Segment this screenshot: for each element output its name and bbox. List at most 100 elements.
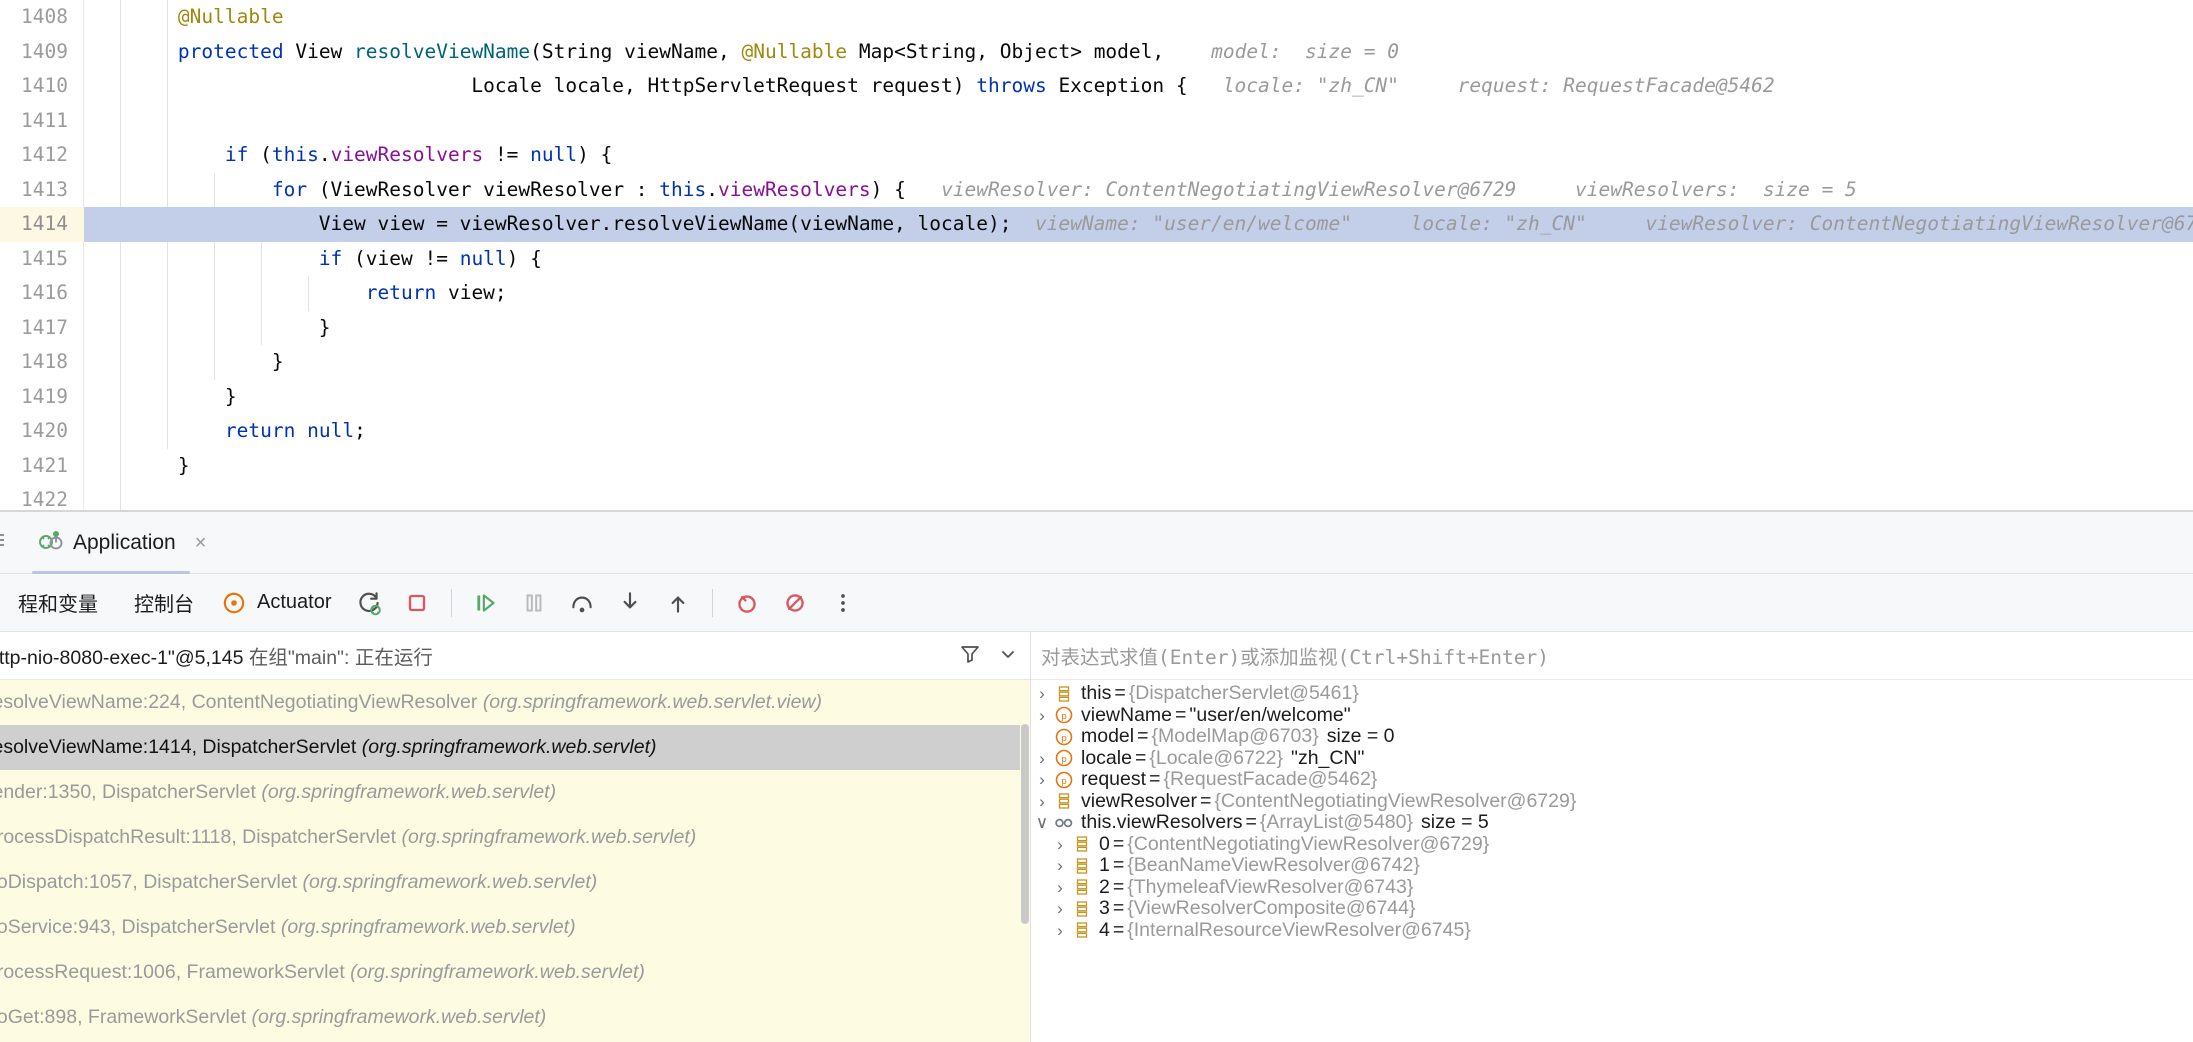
code-line[interactable]: 1421 } xyxy=(0,448,2193,483)
stack-frame-package: (org.springframework.web.servlet) xyxy=(261,781,557,803)
evaluate-expression-bar[interactable]: 对表达式求值(Enter)或添加监视(Ctrl+Shift+Enter) xyxy=(1031,632,2193,680)
inline-debug-hint: viewResolver: ContentNegotiatingViewReso… xyxy=(905,177,1857,201)
variable-row[interactable]: ∨ this.viewResolvers = {ArrayList@5480} size… xyxy=(1031,811,2193,834)
mute-breakpoints-button[interactable] xyxy=(771,581,819,625)
stack-frame[interactable]: processDispatchResult:1118, DispatcherSe… xyxy=(0,815,1030,860)
code-line[interactable]: 1408 @Nullable xyxy=(0,0,2193,35)
code-token: this xyxy=(659,177,707,201)
chevron-right-icon[interactable] xyxy=(1031,726,1053,748)
code-editor[interactable]: 1408 @Nullable 1409 protected View resolv… xyxy=(0,0,2193,512)
rerun-icon xyxy=(359,591,382,615)
stack-frame[interactable]: doDispatch:1057, DispatcherServlet (org.… xyxy=(0,860,1030,905)
variable-row[interactable]: p model = {ModelMap@6703} size = 0 xyxy=(1031,725,2193,748)
variable-row[interactable]: › p viewName = "user/en/welcome" xyxy=(1031,704,2193,727)
step-out-button[interactable] xyxy=(654,581,702,625)
tab-console[interactable]: 控制台 xyxy=(116,588,212,617)
stack-frame-package: (org.springframework.web.servlet) xyxy=(401,826,697,848)
svg-text:p: p xyxy=(1061,712,1067,722)
code-line[interactable]: 1419 } xyxy=(0,379,2193,414)
code-lines[interactable]: 1408 @Nullable 1409 protected View resolv… xyxy=(0,0,2193,512)
variable-equals: = xyxy=(1112,897,1125,919)
close-icon[interactable]: × xyxy=(195,532,207,555)
more-vertical-icon xyxy=(841,593,846,612)
variable-name: this xyxy=(1081,682,1112,704)
stack-frame-package: (org.springframework.web.servlet) xyxy=(361,736,657,758)
variables-tree[interactable]: › this = {DispatcherServlet@5461} › p viewName… xyxy=(1031,680,2193,1042)
array-icon xyxy=(1071,920,1093,940)
frames-scrollbar-thumb[interactable] xyxy=(1021,724,1029,924)
code-line-current-execution[interactable]: 1414 View view = viewResolver.resolveVie… xyxy=(0,207,2193,242)
chevron-right-icon[interactable]: › xyxy=(1049,834,1071,856)
chevron-down-icon[interactable] xyxy=(996,642,1020,671)
rerun-button[interactable] xyxy=(345,581,393,625)
mute-breakpoint-icon xyxy=(786,593,805,612)
stack-frame[interactable]: render:1350, DispatcherServlet (org.spri… xyxy=(0,770,1030,815)
step-over-button[interactable] xyxy=(558,581,606,625)
inline-debug-hint: model: size = 0 xyxy=(1164,39,1399,63)
stack-frame[interactable]: doGet:898, FrameworkServlet (org.springf… xyxy=(0,995,1030,1040)
chevron-right-icon[interactable]: › xyxy=(1049,920,1071,942)
code-line[interactable]: 1416 return view; xyxy=(0,276,2193,311)
stop-icon xyxy=(409,594,426,611)
chevron-right-icon[interactable]: › xyxy=(1031,683,1053,705)
variable-row[interactable]: › viewResolver = {ContentNegotiatingViewRes… xyxy=(1031,790,2193,813)
view-breakpoints-button[interactable] xyxy=(723,581,771,625)
code-line[interactable]: 1409 protected View resolveViewName(Stri… xyxy=(0,34,2193,70)
variable-row[interactable]: › 0 = {ContentNegotiatingViewResolver@6729} xyxy=(1031,832,2193,856)
step-into-button[interactable] xyxy=(606,581,654,625)
tab-actuator[interactable]: Actuator xyxy=(212,581,345,625)
thread-selector[interactable]: http-nio-8080-exec-1"@5,145 在组"main": 正在… xyxy=(0,641,433,670)
variable-row[interactable]: › 4 = {InternalResourceViewResolver@6745} xyxy=(1031,919,2193,942)
code-text: protected View resolveViewName(String vi… xyxy=(84,35,1399,70)
stack-frame[interactable]: resolveViewName:224, ContentNegotiatingV… xyxy=(0,680,1030,725)
chevron-right-icon[interactable]: › xyxy=(1049,877,1071,899)
stop-button[interactable] xyxy=(393,581,441,625)
tab-threads-and-variables[interactable]: 程和变量 xyxy=(0,588,116,617)
call-stack-list[interactable]: resolveViewName:224, ContentNegotiatingV… xyxy=(0,680,1030,1042)
code-line[interactable]: 1415 if (view != null) { xyxy=(0,241,2193,276)
code-line[interactable]: 1420 return null; xyxy=(0,414,2193,449)
code-line[interactable]: 1418 } xyxy=(0,345,2193,380)
field-icon xyxy=(1053,791,1075,811)
chevron-right-icon[interactable]: › xyxy=(1031,791,1053,813)
debug-sessions-icon[interactable] xyxy=(0,530,12,556)
frames-scrollbar[interactable] xyxy=(1020,680,1030,1042)
resume-button[interactable] xyxy=(462,581,510,625)
variable-row[interactable]: › 1 = {BeanNameViewResolver@6742} xyxy=(1031,854,2193,877)
more-options-button[interactable] xyxy=(819,581,867,625)
chevron-right-icon[interactable]: › xyxy=(1031,705,1053,727)
code-line[interactable]: 1412 if (this.viewResolvers != null) { xyxy=(0,138,2193,173)
chevron-right-icon[interactable]: › xyxy=(1049,855,1071,877)
chevron-right-icon[interactable]: › xyxy=(1031,748,1053,770)
chevron-right-icon[interactable]: › xyxy=(1031,769,1053,791)
variable-row[interactable]: › p request = {RequestFacade@5462} xyxy=(1031,768,2193,791)
code-line[interactable]: 1411 xyxy=(0,103,2193,138)
filter-icon[interactable] xyxy=(958,642,982,671)
code-line[interactable]: 1422 xyxy=(0,483,2193,512)
code-line[interactable]: 1410 Locale locale, HttpServletRequest r… xyxy=(0,69,2193,104)
code-line[interactable]: 1417 } xyxy=(0,310,2193,346)
pause-button[interactable] xyxy=(510,581,558,625)
code-text: } xyxy=(84,311,331,346)
chevron-right-icon[interactable]: › xyxy=(1049,898,1071,920)
code-token: View view = viewResolver.resolveViewName… xyxy=(84,212,1012,235)
variable-value: {ContentNegotiatingViewResolver@6729} xyxy=(1127,832,1490,855)
variable-row[interactable]: › p locale = {Locale@6722} "zh_CN" xyxy=(1031,747,2193,770)
code-token: } xyxy=(84,384,237,408)
stack-frame[interactable]: doService:943, DispatcherServlet (org.sp… xyxy=(0,905,1030,950)
code-line[interactable]: 1413 for (ViewResolver viewResolver : th… xyxy=(0,172,2193,207)
code-token: for xyxy=(271,177,308,201)
code-token: ) { xyxy=(577,143,613,166)
variable-row[interactable]: › 2 = {ThymeleafViewResolver@6743} xyxy=(1031,876,2193,899)
stack-frame-selected[interactable]: resolveViewName:1414, DispatcherServlet … xyxy=(0,725,1030,770)
chevron-down-icon[interactable]: ∨ xyxy=(1031,812,1053,834)
code-token: (view != xyxy=(342,246,460,270)
stack-frame[interactable]: processRequest:1006, FrameworkServlet (o… xyxy=(0,950,1030,995)
variable-row[interactable]: › 3 = {ViewResolverComposite@6744} xyxy=(1031,897,2193,920)
variable-row[interactable]: › this = {DispatcherServlet@5461} xyxy=(1031,682,2193,705)
session-tab-application[interactable]: Application × xyxy=(24,512,224,574)
variable-equals: = xyxy=(1112,832,1125,855)
